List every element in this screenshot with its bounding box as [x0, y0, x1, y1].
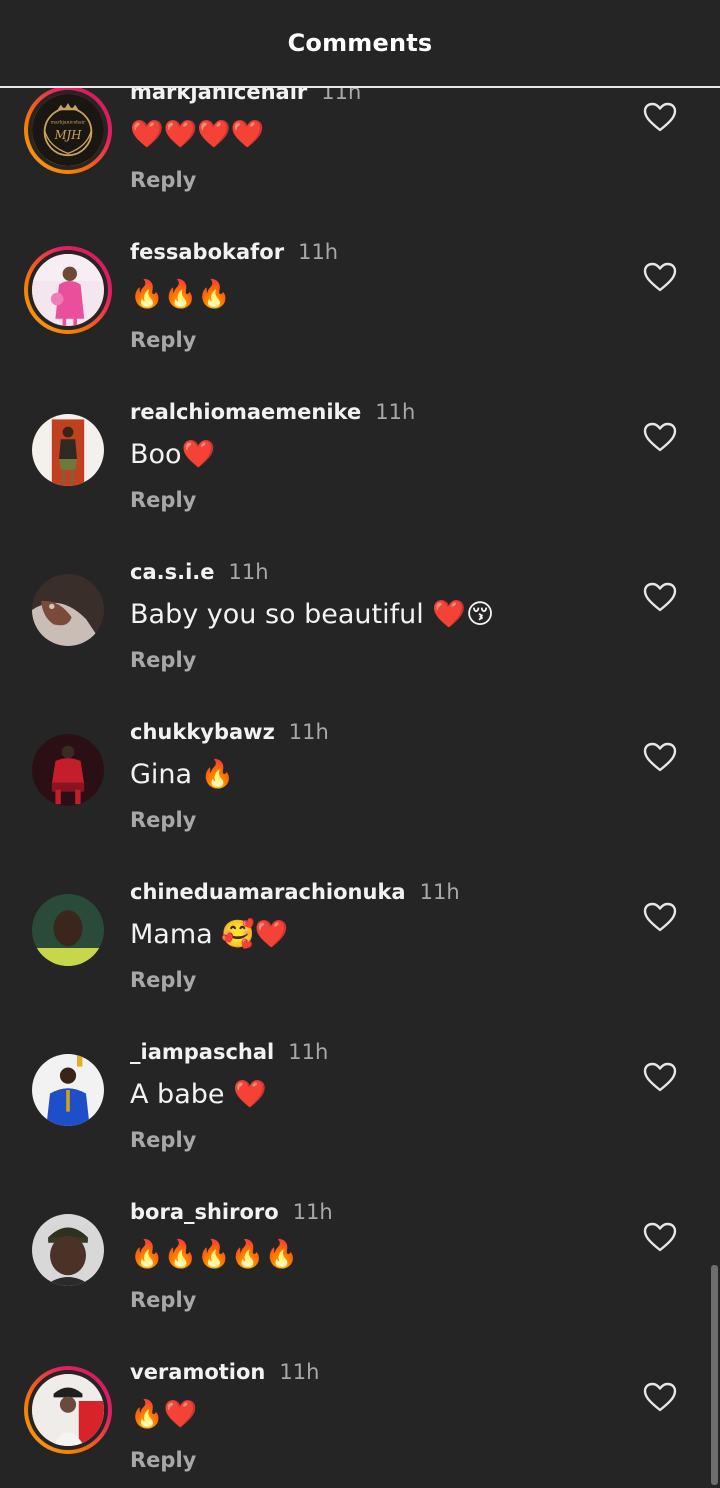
- avatar-photo: [32, 894, 104, 966]
- heart-icon[interactable]: [642, 741, 678, 773]
- comment-text: 🔥🔥🔥🔥🔥: [130, 1239, 299, 1270]
- avatar-photo: [32, 1214, 104, 1286]
- avatar[interactable]: [24, 406, 112, 494]
- reply-button[interactable]: Reply: [130, 328, 196, 352]
- comment-item: chukkybawz 11h Gina 🔥 Reply: [0, 716, 720, 876]
- avatar-photo: [32, 414, 104, 486]
- comment-username[interactable]: fessabokafor: [130, 240, 284, 264]
- svg-text:markjanicehair: markjanicehair: [51, 120, 86, 126]
- avatar-photo: [32, 574, 104, 646]
- comment-time: 11h: [288, 1040, 329, 1064]
- comment-username[interactable]: chukkybawz: [130, 720, 275, 744]
- comment-time: 11h: [279, 1360, 320, 1384]
- comment-text: 🔥❤️: [130, 1399, 198, 1430]
- comment-text: A babe ❤️: [130, 1079, 267, 1110]
- avatar-photo: [32, 254, 104, 326]
- avatar[interactable]: [24, 246, 112, 334]
- avatar-photo: [32, 734, 104, 806]
- svg-text:MJH: MJH: [54, 128, 83, 142]
- comment-time: 11h: [292, 1200, 333, 1224]
- page-title: Comments: [287, 29, 433, 57]
- avatar-photo: [32, 1374, 104, 1446]
- reply-button[interactable]: Reply: [130, 168, 196, 192]
- heart-icon[interactable]: [642, 421, 678, 453]
- comment-text: Boo❤️: [130, 439, 216, 470]
- avatar[interactable]: [24, 566, 112, 654]
- comment-username[interactable]: chineduamarachionuka: [130, 880, 406, 904]
- comment-time: 11h: [298, 240, 339, 264]
- comment-item: _iampaschal 11h A babe ❤️ Reply: [0, 1036, 720, 1196]
- heart-icon[interactable]: [642, 101, 678, 133]
- reply-button[interactable]: Reply: [130, 1128, 196, 1152]
- comment-item: chineduamarachionuka 11h Mama 🥰❤️ Reply: [0, 876, 720, 1036]
- comment-item: bora_shiroro 11h 🔥🔥🔥🔥🔥 Reply: [0, 1196, 720, 1356]
- comment-text: 🔥🔥🔥: [130, 279, 231, 310]
- comment-username[interactable]: bora_shiroro: [130, 1200, 279, 1224]
- comment-item: veramotion 11h 🔥❤️ Reply: [0, 1356, 720, 1488]
- mjh-logo-avatar: markjanicehair MJH: [32, 94, 104, 166]
- comment-username[interactable]: _iampaschal: [130, 1040, 274, 1064]
- comment-item: realchiomaemenike 11h Boo❤️ Reply: [0, 396, 720, 556]
- heart-icon[interactable]: [642, 1221, 678, 1253]
- comment-text: Baby you so beautiful ❤️😚: [130, 599, 495, 630]
- comment-username[interactable]: ca.s.i.e: [130, 560, 215, 584]
- comments-list[interactable]: markjanicehair MJH markjanicehair 11h ❤️…: [0, 0, 720, 1488]
- avatar[interactable]: [24, 1046, 112, 1134]
- reply-button[interactable]: Reply: [130, 1448, 196, 1472]
- comment-time: 11h: [288, 720, 329, 744]
- comment-username[interactable]: veramotion: [130, 1360, 265, 1384]
- comment-time: 11h: [419, 880, 460, 904]
- heart-icon[interactable]: [642, 261, 678, 293]
- avatar[interactable]: [24, 886, 112, 974]
- comment-time: 11h: [228, 560, 269, 584]
- comment-text: Mama 🥰❤️: [130, 919, 289, 950]
- comments-header: Comments: [0, 0, 720, 88]
- heart-icon[interactable]: [642, 581, 678, 613]
- heart-icon[interactable]: [642, 1381, 678, 1413]
- avatar[interactable]: [24, 1366, 112, 1454]
- reply-button[interactable]: Reply: [130, 488, 196, 512]
- avatar-photo: [32, 1054, 104, 1126]
- heart-icon[interactable]: [642, 901, 678, 933]
- comment-username[interactable]: realchiomaemenike: [130, 400, 361, 424]
- comment-text: Gina 🔥: [130, 759, 235, 790]
- comment-time: 11h: [375, 400, 416, 424]
- avatar[interactable]: markjanicehair MJH: [24, 86, 112, 174]
- comment-item: markjanicehair MJH markjanicehair 11h ❤️…: [0, 76, 720, 236]
- scrollbar[interactable]: [711, 1265, 718, 1485]
- reply-button[interactable]: Reply: [130, 808, 196, 832]
- avatar[interactable]: [24, 726, 112, 814]
- comment-text: ❤️❤️❤️❤️: [130, 119, 265, 150]
- comment-item: fessabokafor 11h 🔥🔥🔥 Reply: [0, 236, 720, 396]
- avatar[interactable]: [24, 1206, 112, 1294]
- reply-button[interactable]: Reply: [130, 968, 196, 992]
- heart-icon[interactable]: [642, 1061, 678, 1093]
- reply-button[interactable]: Reply: [130, 648, 196, 672]
- reply-button[interactable]: Reply: [130, 1288, 196, 1312]
- comment-item: ca.s.i.e 11h Baby you so beautiful ❤️😚 R…: [0, 556, 720, 716]
